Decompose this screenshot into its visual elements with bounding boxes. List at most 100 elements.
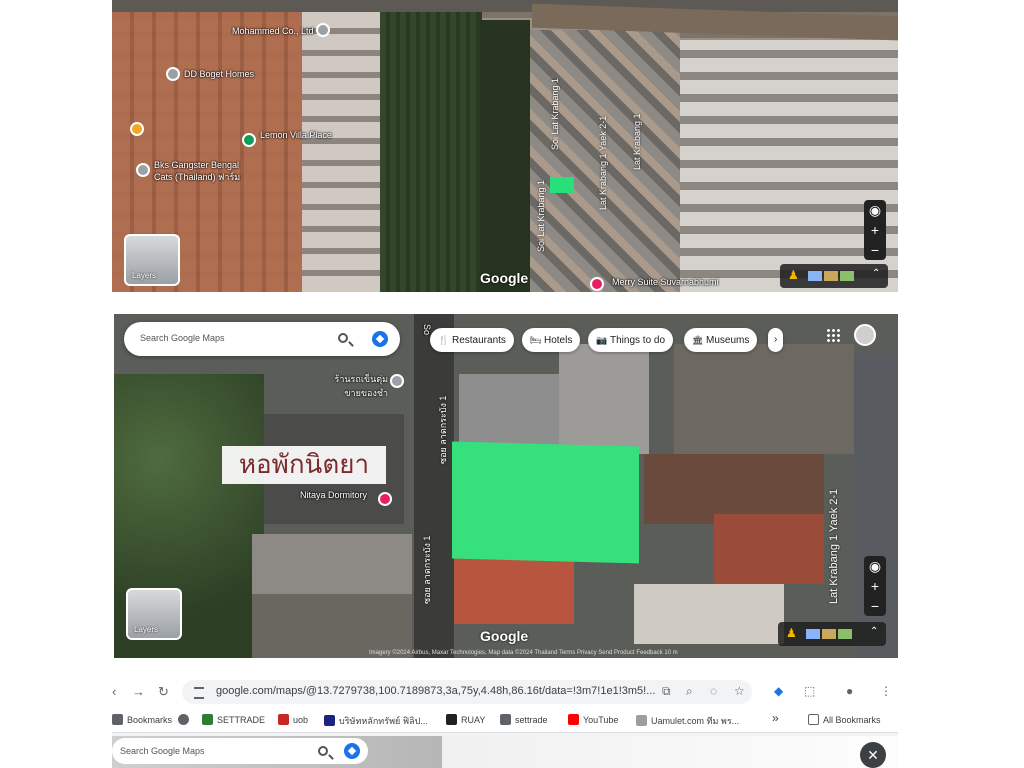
dormitory-label: หอพักนิตยา xyxy=(222,446,386,484)
profile-icon[interactable]: ● xyxy=(846,684,853,698)
imagery-thumb[interactable] xyxy=(806,629,820,639)
zoom-out-button[interactable]: − xyxy=(864,240,886,260)
building xyxy=(714,514,824,584)
pegman-icon[interactable]: ♟ xyxy=(788,268,799,282)
extensions-icon[interactable]: ⬚ xyxy=(804,684,815,698)
back-icon[interactable]: ‹ xyxy=(112,684,116,699)
chip-museums[interactable]: 🏛 Museums xyxy=(684,328,758,352)
close-button[interactable]: ✕ xyxy=(860,742,886,768)
directions-icon[interactable] xyxy=(344,743,360,759)
bookmarks-bar: Bookmarks SETTRADE uob บริษัทหลักทรัพย์ … xyxy=(112,708,898,733)
compass-icon[interactable]: ◉ xyxy=(864,200,886,220)
bookmark-item[interactable]: Bookmarks xyxy=(112,714,172,725)
map-label[interactable]: ร้านรถเข็นตุ่ม ขายของชำ xyxy=(318,372,388,400)
apps-grid-icon[interactable] xyxy=(826,328,840,342)
pegman-icon[interactable]: ♟ xyxy=(786,626,797,640)
imagery-thumb[interactable] xyxy=(824,271,838,281)
restaurant-icon: 🍴 xyxy=(438,335,450,345)
reload-icon[interactable]: ↻ xyxy=(158,684,169,700)
layers-button[interactable]: Layers xyxy=(124,234,180,286)
place-pin[interactable] xyxy=(136,163,150,177)
expand-icon[interactable]: ⌃ xyxy=(870,626,878,637)
street-label: Lat Krabang 1 Yaek 2-1 xyxy=(598,115,608,210)
highlighted-plot[interactable] xyxy=(452,441,639,564)
avatar[interactable] xyxy=(854,324,876,346)
street-label: Lat Krabang 1 xyxy=(632,113,642,170)
chips-scroll-button[interactable]: › xyxy=(768,328,784,352)
search-input[interactable]: Search Google Maps xyxy=(140,333,225,343)
building xyxy=(634,584,784,644)
uamulet-icon xyxy=(636,715,647,726)
all-bookmarks[interactable]: All Bookmarks xyxy=(808,714,881,725)
bookmark-item[interactable]: SETTRADE xyxy=(202,714,265,725)
map-label[interactable]: Nitaya Dormitory xyxy=(300,490,367,500)
chip-hotels[interactable]: 🛏 Hotels xyxy=(522,328,581,352)
map-attribution: Imagery ©2024 Airbus, Maxar Technologies… xyxy=(369,650,678,656)
bookmark-item[interactable]: settrade xyxy=(500,714,548,725)
translate-icon[interactable]: ◆ xyxy=(774,684,783,698)
zoom-in-button[interactable]: + xyxy=(864,576,886,596)
address-bar-row: ‹ → ↻ google.com/maps/@13.7279738,100.71… xyxy=(112,676,898,708)
bookmark-item[interactable]: YouTube xyxy=(568,714,618,725)
star-icon[interactable]: ☆ xyxy=(734,684,745,698)
map-label[interactable]: Merry Suite Suvarnabhumi xyxy=(612,277,719,287)
site-info-icon[interactable] xyxy=(194,687,204,699)
layers-button[interactable]: Layers xyxy=(126,588,182,640)
compass-icon[interactable]: ◉ xyxy=(864,556,886,576)
imagery-thumb[interactable] xyxy=(822,629,836,639)
hotel-icon: 🛏 xyxy=(530,335,542,345)
place-pin[interactable] xyxy=(130,122,144,136)
map-label[interactable]: Lemon Villa Place xyxy=(260,130,332,140)
bookmark-item[interactable]: Uamulet.com ทีม พร... xyxy=(636,714,739,728)
expand-icon[interactable]: ⌃ xyxy=(872,268,880,279)
more-bookmarks-button[interactable]: » xyxy=(772,711,779,725)
zoom-in-button[interactable]: + xyxy=(864,220,886,240)
search-input[interactable]: Search Google Maps xyxy=(120,746,205,756)
bookmark-item[interactable]: RUAY xyxy=(446,714,485,725)
place-pin[interactable] xyxy=(316,23,330,37)
place-pin[interactable] xyxy=(390,374,404,388)
zoom-out-button[interactable]: − xyxy=(864,596,886,616)
hotel-pin[interactable] xyxy=(378,492,392,506)
folder-icon xyxy=(112,714,123,725)
bookmark-item[interactable]: บริษัทหลักทรัพย์ ฟิลิป... xyxy=(324,714,428,728)
imagery-thumb[interactable] xyxy=(838,629,852,639)
eye-off-icon[interactable]: ◌ xyxy=(710,684,717,698)
search-bar[interactable]: Search Google Maps xyxy=(124,322,400,356)
chip-restaurants[interactable]: 🍴 Restaurants xyxy=(430,328,514,352)
map-label[interactable]: Bks Gangster Bengal Cats (Thailand) ฟาร์… xyxy=(154,160,258,184)
hotel-pin[interactable] xyxy=(590,277,604,291)
aerial-map-detail[interactable]: Search Google Maps 🍴 Restaurants 🛏 Hotels … xyxy=(114,314,898,658)
bookmark-item[interactable] xyxy=(178,714,193,725)
zoom-icon[interactable]: ⌕ xyxy=(686,684,693,699)
menu-icon[interactable]: ⋮ xyxy=(880,684,892,698)
search-icon[interactable] xyxy=(318,746,328,756)
chip-label: Restaurants xyxy=(452,335,506,346)
search-bar[interactable]: Search Google Maps xyxy=(112,738,368,764)
imagery-thumb[interactable] xyxy=(840,271,854,281)
map-view-partial[interactable]: Search Google Maps ✕ xyxy=(112,736,898,768)
directions-icon[interactable] xyxy=(372,331,388,347)
search-icon[interactable] xyxy=(338,333,348,343)
imagery-thumb[interactable] xyxy=(808,271,822,281)
youtube-icon xyxy=(568,714,579,725)
bookmark-label: uob xyxy=(293,715,309,725)
forward-icon[interactable]: → xyxy=(132,684,145,699)
open-in-app-icon[interactable]: ⧉ xyxy=(662,684,671,699)
place-pin[interactable] xyxy=(242,133,256,147)
highlighted-plot[interactable] xyxy=(550,177,574,193)
url-text[interactable]: google.com/maps/@13.7279738,100.7189873,… xyxy=(216,685,655,697)
chip-things-to-do[interactable]: 📷 Things to do xyxy=(588,328,674,352)
folder-icon xyxy=(808,714,819,725)
place-pin[interactable] xyxy=(166,67,180,81)
map-label[interactable]: DD Boget Homes xyxy=(184,69,254,79)
map-label[interactable]: Mohammed Co., Ltd xyxy=(232,26,314,36)
aerial-map-top[interactable]: Mohammed Co., Ltd DD Boget Homes Lemon V… xyxy=(112,0,898,292)
map-bottom-controls: ♟ ⌃ xyxy=(778,622,886,646)
bookmark-item[interactable]: uob xyxy=(278,714,308,725)
uob-icon xyxy=(278,714,289,725)
building xyxy=(674,344,854,454)
chip-label: Museums xyxy=(706,335,750,346)
housing-rows xyxy=(302,0,380,292)
museum-icon: 🏛 xyxy=(692,335,704,345)
